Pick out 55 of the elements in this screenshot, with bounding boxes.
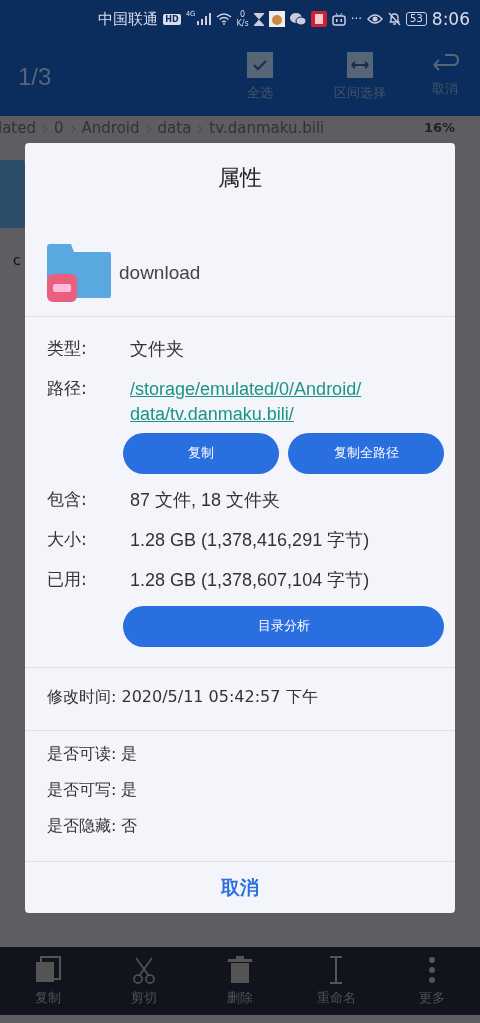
bell-off-icon (388, 12, 402, 26)
property-label: 大小: (47, 527, 88, 551)
property-label: 路径: (47, 376, 88, 400)
carrier-name: 中国联通 (98, 9, 159, 29)
folder-icon (47, 243, 111, 302)
more-icon (428, 955, 436, 984)
action-button[interactable]: 复制全路径 (288, 432, 444, 474)
cancel-button[interactable]: 取消 (25, 862, 455, 913)
bottom-action[interactable]: 更多 (392, 947, 472, 1015)
property-value: 1.28 GB (1,378,416,291 字节) (130, 528, 370, 552)
eye-icon (367, 13, 384, 25)
chevron-icon (69, 124, 76, 134)
property-label: 类型: (47, 336, 88, 360)
path-link[interactable]: /storage/emulated/0/Android/data/tv.danmaku.bili/ (130, 376, 362, 427)
permission-text: 是否可写: 是 (47, 779, 139, 802)
scissors-icon (131, 955, 157, 984)
hourglass-icon (253, 12, 264, 26)
range-select-icon (347, 52, 373, 78)
speed-value: 0 (240, 10, 246, 19)
action-button[interactable]: 复制 (123, 432, 279, 474)
signal-icon (196, 13, 211, 25)
trash-icon (227, 955, 253, 984)
copy-icon (34, 955, 62, 984)
battery-indicator: 53 (406, 12, 427, 26)
dialog-title: 属性 (217, 164, 263, 192)
chat-icon (289, 12, 306, 26)
chevron-icon (145, 124, 152, 134)
chevron-icon (197, 124, 204, 134)
more-notifications: ··· (350, 12, 363, 26)
bottom-action[interactable]: 剪切 (104, 947, 184, 1015)
file-name: c (13, 252, 21, 268)
folder-tile (0, 160, 25, 228)
clock: 8:06 (431, 9, 470, 29)
permission-text: 是否隐藏: 否 (47, 815, 139, 838)
permission-text: 是否可读: 是 (47, 743, 139, 766)
action-button[interactable]: 目录分析 (123, 605, 444, 647)
storage-usage: 16% (423, 120, 455, 136)
modified-time: 修改时间: 2020/5/11 05:42:57 下午 (46, 686, 319, 709)
tv-icon (331, 12, 346, 26)
property-value: 1.28 GB (1,378,607,104 字节) (130, 568, 370, 592)
app-icon (268, 11, 285, 27)
property-label: 已用: (47, 567, 88, 591)
wifi-icon (215, 13, 232, 25)
text-cursor-icon (329, 955, 343, 984)
book-icon (310, 11, 327, 27)
property-value: 87 文件, 18 文件夹 (130, 488, 281, 512)
property-value: 文件夹 (130, 337, 184, 361)
select-all-icon (247, 52, 273, 78)
hd-indicator: HD (163, 13, 181, 25)
property-label: 包含: (47, 487, 88, 511)
chevron-icon (42, 124, 48, 134)
selection-counter: 1/3 (18, 63, 52, 91)
bottom-action[interactable]: 删除 (200, 947, 280, 1015)
folder-name: download (119, 261, 201, 284)
speed-unit: K/s (236, 19, 249, 28)
